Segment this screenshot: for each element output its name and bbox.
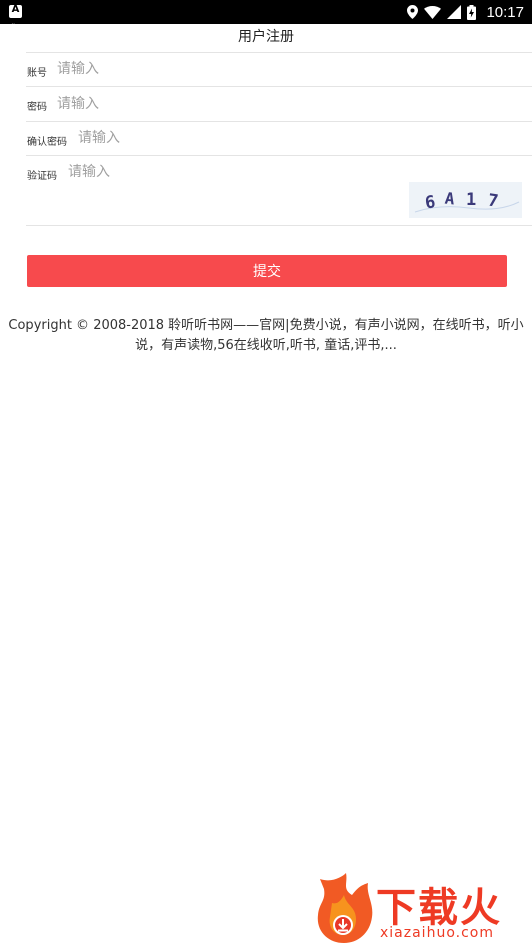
status-icons: 10:17 <box>407 2 524 22</box>
submit-button[interactable]: 提交 <box>27 255 507 287</box>
captcha-char: 1 <box>466 190 476 210</box>
account-input[interactable] <box>57 59 357 79</box>
captcha-label: 验证码 <box>27 171 57 182</box>
captcha-char: 6 <box>424 192 437 213</box>
confirm-password-label: 确认密码 <box>27 137 67 148</box>
page-title: 用户注册 <box>238 29 294 45</box>
clock: 10:17 <box>486 3 524 21</box>
captcha-glyphs: 6 A 1 7 <box>414 189 520 213</box>
watermark-logo: 下载火 xiazaihuo.com <box>312 873 530 945</box>
confirm-password-input[interactable] <box>78 128 378 148</box>
captcha-input[interactable] <box>68 162 368 182</box>
copyright-footer: Copyright © 2008-2018 聆听听书网——官网|免费小说，有声小… <box>0 316 532 356</box>
account-row: 账号 <box>26 53 532 87</box>
battery-charging-icon <box>467 4 477 20</box>
flame-logo-icon <box>317 873 373 943</box>
captcha-char: A <box>444 189 456 209</box>
password-input[interactable] <box>57 94 357 114</box>
notification-icon: A <box>9 4 22 18</box>
password-label: 密码 <box>27 102 47 113</box>
location-icon <box>407 5 419 19</box>
status-bar: A 10:17 <box>0 0 532 24</box>
copyright-line: Copyright © 2008-2018 聆听听书网——官网|免费小说，有声小… <box>8 318 524 333</box>
captcha-image[interactable]: 6 A 1 7 <box>409 182 522 218</box>
password-row: 密码 <box>26 87 532 122</box>
copyright-line: 说，有声读物,56在线收听,听书, 童话,评书,... <box>135 338 397 353</box>
app-header: ¨ 用户注册 <box>0 23 532 52</box>
wifi-icon <box>424 5 442 19</box>
confirm-password-row: 确认密码 <box>26 122 532 156</box>
watermark-url: xiazaihuo.com <box>380 925 494 941</box>
captcha-row: 验证码 6 A 1 7 <box>26 156 532 226</box>
signal-icon <box>447 5 462 19</box>
account-label: 账号 <box>27 68 47 79</box>
